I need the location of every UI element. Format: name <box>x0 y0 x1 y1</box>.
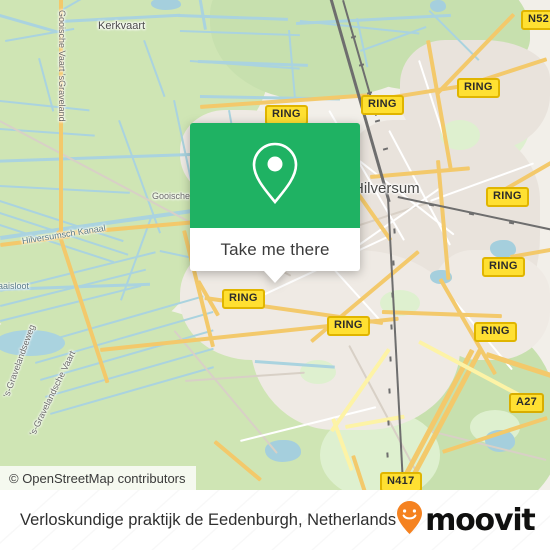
route-shield: RING <box>265 105 308 125</box>
callout-pointer <box>264 271 286 283</box>
route-shield: RING <box>482 257 525 277</box>
take-me-there-label: Take me there <box>220 239 330 259</box>
page-title: Verloskundige praktijk de Eedenburgh, Ne… <box>20 510 397 529</box>
moovit-wordmark: moovit <box>425 502 536 538</box>
osm-attribution[interactable]: © OpenStreetMap contributors <box>0 466 196 490</box>
route-shield: N52 <box>521 10 550 30</box>
map-canvas[interactable]: Kerkvaart Hilversum Goоische Gooische Va… <box>0 0 550 490</box>
card-action-area[interactable]: Take me there <box>190 228 360 271</box>
location-callout-card[interactable]: Take me there <box>190 123 360 283</box>
route-shield: RING <box>457 78 500 98</box>
moovit-logo[interactable]: moovit <box>396 500 536 541</box>
route-shield: RING <box>222 289 265 309</box>
map-pin-icon <box>249 140 301 211</box>
route-shield: RING <box>327 316 370 336</box>
route-shield-a27: A27 <box>509 393 545 413</box>
card-icon-area <box>190 123 360 228</box>
footer-bar: Verloskundige praktijk de Eedenburgh, Ne… <box>0 490 550 550</box>
route-shield: RING <box>474 322 517 342</box>
route-shield-n417: N417 <box>380 472 422 490</box>
attribution-text: © OpenStreetMap contributors <box>9 470 186 486</box>
route-shield: RING <box>361 95 404 115</box>
moovit-pin-icon <box>396 500 423 541</box>
route-shield: RING <box>486 187 529 207</box>
map-screenshot: Kerkvaart Hilversum Goоische Gooische Va… <box>0 0 550 550</box>
